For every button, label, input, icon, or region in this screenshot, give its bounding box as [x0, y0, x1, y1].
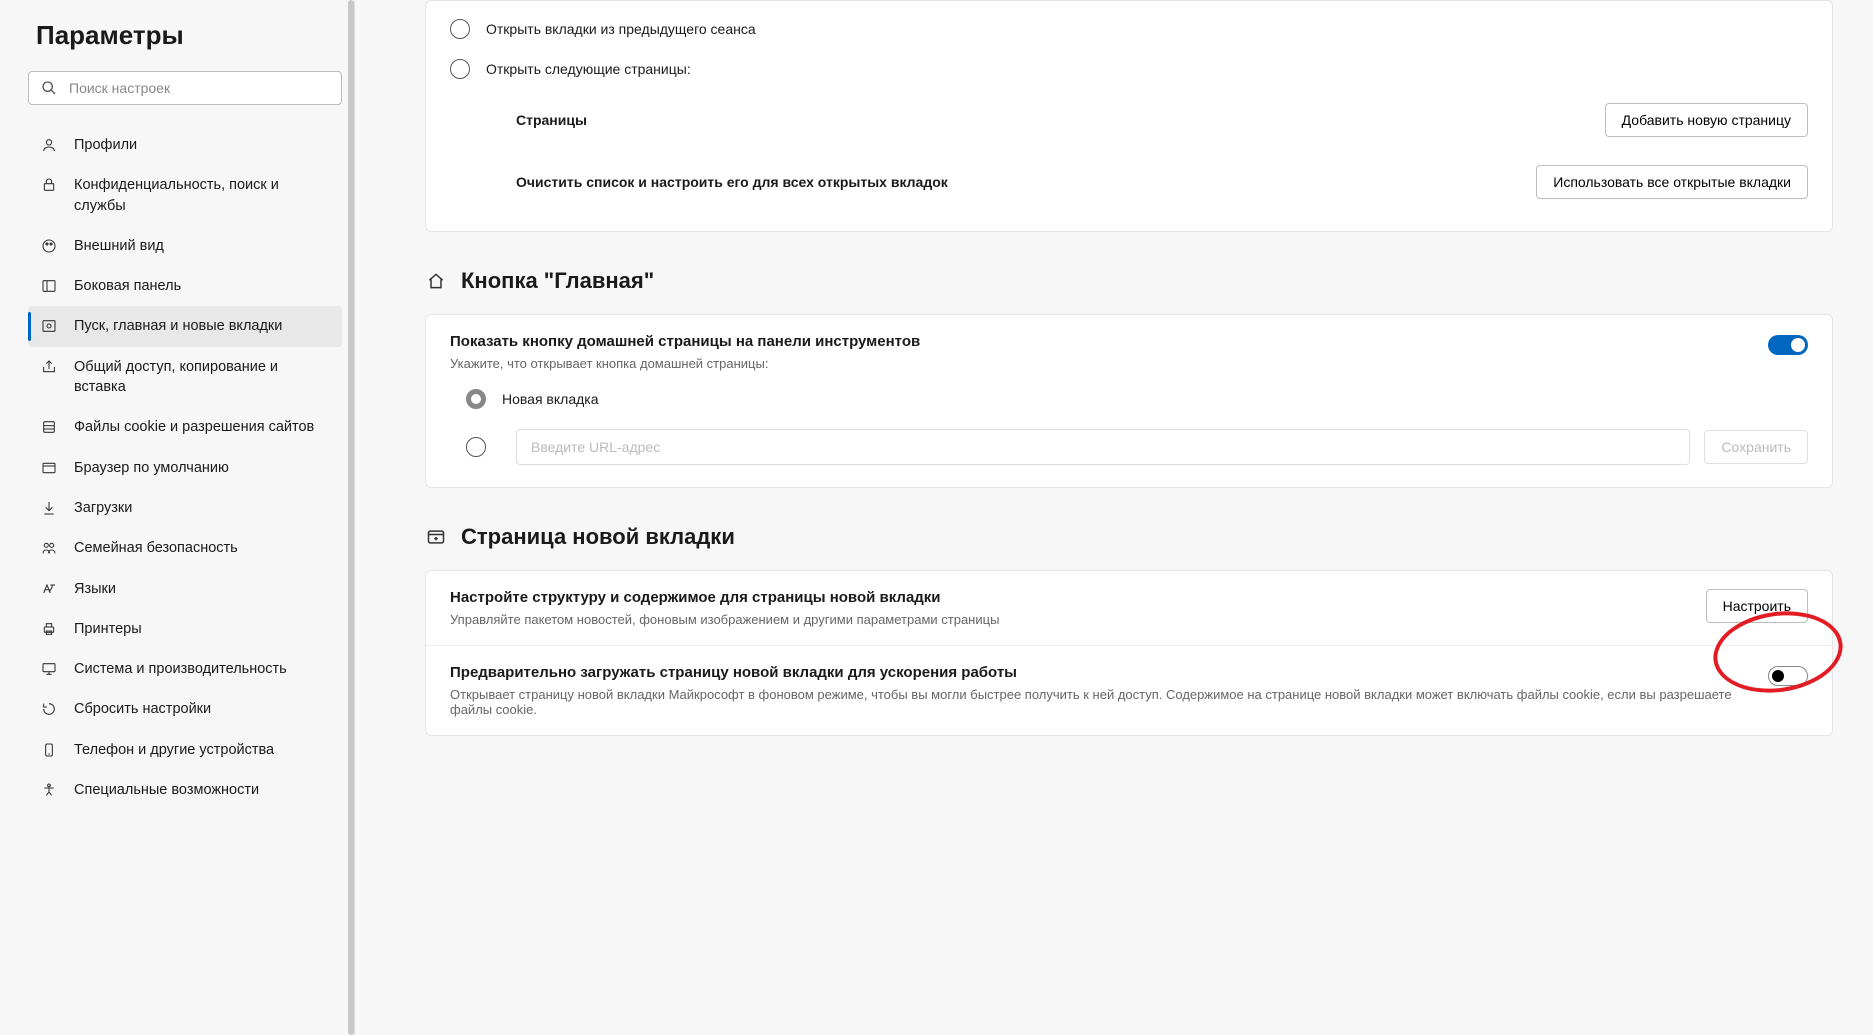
search-icon: [41, 80, 57, 96]
share-icon: [40, 358, 58, 376]
newtab-preload-toggle[interactable]: [1768, 666, 1808, 686]
newtab-card: Настройте структуру и содержимое для стр…: [425, 570, 1833, 736]
nav-item-reset[interactable]: Сбросить настройки: [28, 689, 342, 729]
lock-icon: [40, 176, 58, 194]
settings-nav: Профили Конфиденциальность, поиск и служ…: [28, 125, 342, 810]
home-radio-newtab[interactable]: Новая вкладка: [426, 371, 1832, 419]
nav-item-downloads[interactable]: Загрузки: [28, 488, 342, 528]
nav-item-cookies[interactable]: Файлы cookie и разрешения сайтов: [28, 407, 342, 447]
radio-icon[interactable]: [466, 437, 486, 457]
download-icon: [40, 499, 58, 517]
nav-item-privacy[interactable]: Конфиденциальность, поиск и службы: [28, 165, 342, 226]
search-container[interactable]: [28, 71, 342, 105]
power-icon: [40, 317, 58, 335]
nav-item-sidebar[interactable]: Боковая панель: [28, 266, 342, 306]
language-icon: [40, 580, 58, 598]
home-radio-url-row: Сохранить: [426, 419, 1832, 469]
home-url-save-button[interactable]: Сохранить: [1704, 430, 1808, 464]
startup-radio-specific-pages[interactable]: Открыть следующие страницы:: [426, 49, 1832, 89]
settings-sidebar: Параметры Профили Конфиденциальность, по…: [0, 0, 355, 1035]
nav-item-accessibility[interactable]: Специальные возможности: [28, 770, 342, 810]
nav-item-profiles[interactable]: Профили: [28, 125, 342, 165]
monitor-icon: [40, 660, 58, 678]
nav-item-phone[interactable]: Телефон и другие устройства: [28, 730, 342, 770]
newtab-icon: [425, 526, 447, 548]
newtab-customize-button[interactable]: Настроить: [1706, 589, 1808, 623]
nav-item-default-browser[interactable]: Браузер по умолчанию: [28, 448, 342, 488]
show-home-button-row: Показать кнопку домашней страницы на пан…: [426, 315, 1832, 371]
printer-icon: [40, 620, 58, 638]
radio-icon: [450, 19, 470, 39]
nav-item-share[interactable]: Общий доступ, копирование и вставка: [28, 347, 342, 408]
home-button-heading: Кнопка "Главная": [425, 268, 1833, 294]
nav-item-printers[interactable]: Принтеры: [28, 609, 342, 649]
add-page-button[interactable]: Добавить новую страницу: [1605, 103, 1808, 137]
accessibility-icon: [40, 781, 58, 799]
main-content-wrap: Открыть вкладки из предыдущего сеанса От…: [425, 0, 1833, 736]
startup-card: Открыть вкладки из предыдущего сеанса От…: [425, 0, 1833, 232]
browser-icon: [40, 459, 58, 477]
newtab-preload-row: Предварительно загружать страницу новой …: [426, 646, 1832, 735]
nav-item-family[interactable]: Семейная безопасность: [28, 528, 342, 568]
family-icon: [40, 539, 58, 557]
radio-checked-icon: [466, 389, 486, 409]
nav-item-languages[interactable]: Языки: [28, 569, 342, 609]
search-input[interactable]: [69, 80, 329, 96]
sidebar-icon: [40, 277, 58, 295]
nav-item-appearance[interactable]: Внешний вид: [28, 226, 342, 266]
startup-clear-row: Очистить список и настроить его для всех…: [426, 151, 1832, 213]
home-button-card: Показать кнопку домашней страницы на пан…: [425, 314, 1833, 488]
newtab-heading: Страница новой вкладки: [425, 524, 1833, 550]
startup-pages-row: Страницы Добавить новую страницу: [426, 89, 1832, 151]
phone-icon: [40, 741, 58, 759]
nav-item-start[interactable]: Пуск, главная и новые вкладки: [28, 306, 342, 346]
cookie-icon: [40, 418, 58, 436]
use-open-tabs-button[interactable]: Использовать все открытые вкладки: [1536, 165, 1808, 199]
nav-item-system[interactable]: Система и производительность: [28, 649, 342, 689]
show-home-button-toggle[interactable]: [1768, 335, 1808, 355]
home-icon: [425, 270, 447, 292]
radio-icon: [450, 59, 470, 79]
person-icon: [40, 136, 58, 154]
settings-title: Параметры: [36, 20, 342, 51]
settings-main: Открыть вкладки из предыдущего сеанса От…: [355, 0, 1873, 1035]
appearance-icon: [40, 237, 58, 255]
startup-radio-previous-session[interactable]: Открыть вкладки из предыдущего сеанса: [426, 9, 1832, 49]
home-url-input[interactable]: [516, 429, 1690, 465]
reset-icon: [40, 700, 58, 718]
newtab-customize-row: Настройте структуру и содержимое для стр…: [426, 571, 1832, 645]
